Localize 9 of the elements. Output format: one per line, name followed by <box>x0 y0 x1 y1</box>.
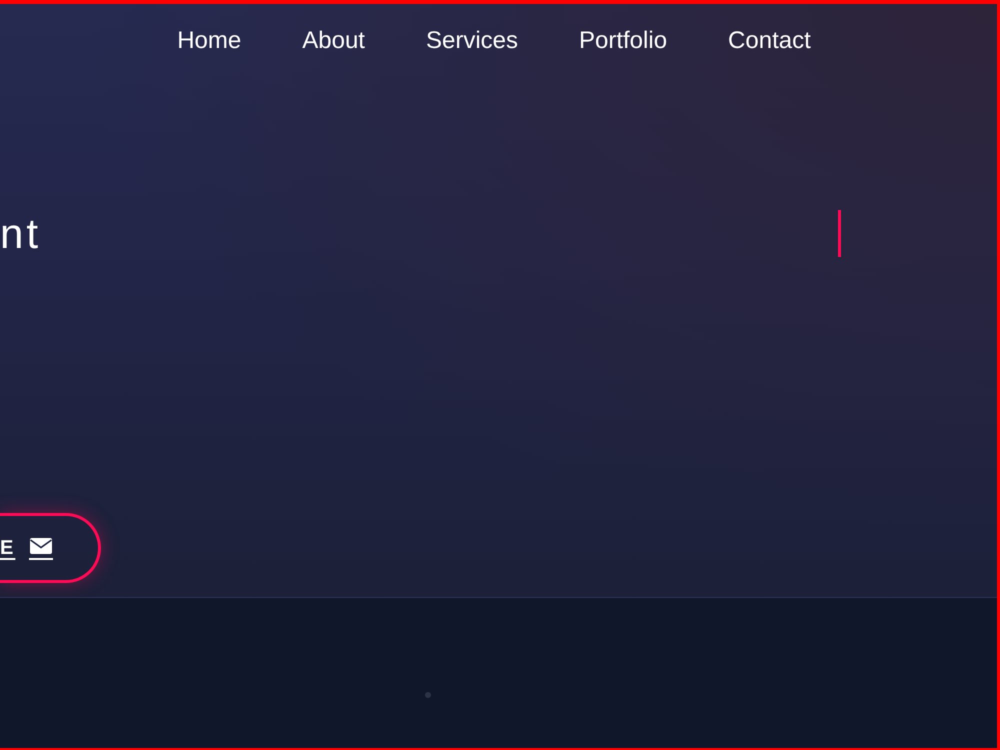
nav-link[interactable]: Services <box>426 29 518 53</box>
nav-link[interactable]: Portfolio <box>579 29 668 53</box>
nav-link[interactable]: About <box>302 29 365 53</box>
envelope-icon <box>29 536 54 560</box>
contact-button[interactable]: E <box>0 513 101 583</box>
nav-link[interactable]: Home <box>177 29 242 53</box>
typing-cursor <box>838 210 841 257</box>
hero-heading: nt <box>0 210 42 257</box>
nav-link[interactable]: Contact <box>728 29 811 53</box>
